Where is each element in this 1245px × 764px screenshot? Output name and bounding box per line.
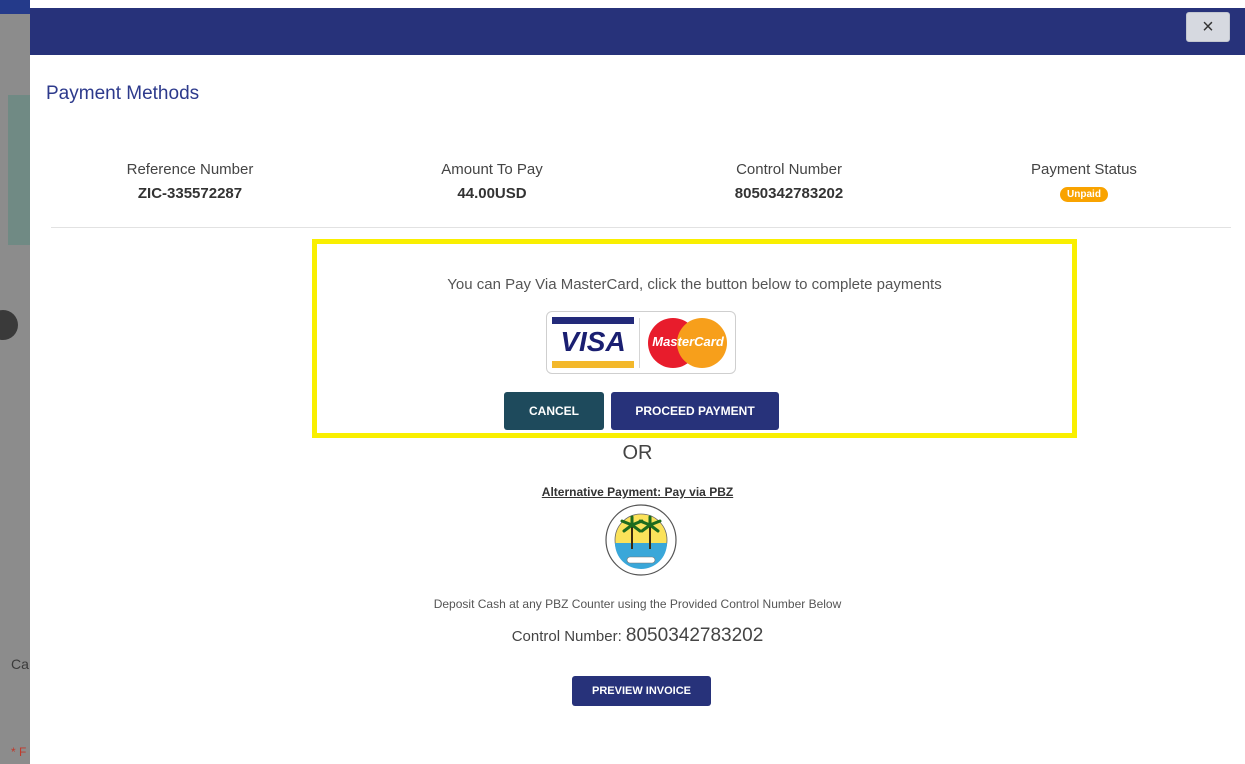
- pbz-logo: [604, 503, 678, 577]
- mastercard-payment-section: You can Pay Via MasterCard, click the bu…: [312, 239, 1077, 438]
- visa-mastercard-logo: VISA MasterCard: [546, 311, 736, 374]
- amount-label: Amount To Pay: [441, 161, 543, 178]
- background-page: Ca * F: [0, 0, 30, 764]
- control-number-block: Control Number 8050342783202: [669, 161, 909, 202]
- or-separator: OR: [622, 442, 653, 464]
- amount-value: 44.00USD: [457, 185, 527, 202]
- mastercard-instruction: You can Pay Via MasterCard, click the bu…: [447, 276, 942, 293]
- payment-status-block: Payment Status Unpaid: [964, 161, 1204, 202]
- payment-status-label: Payment Status: [1031, 161, 1137, 178]
- mastercard-logo: MasterCard: [645, 317, 731, 368]
- divider: [51, 227, 1231, 228]
- control-number-label: Control Number: [736, 161, 842, 178]
- reference-number-value: ZIC-335572287: [137, 185, 243, 202]
- control-number-inline-value: 8050342783202: [625, 625, 764, 646]
- background-topbar: [0, 0, 30, 14]
- close-icon[interactable]: ×: [1186, 12, 1230, 42]
- mastercard-logo-text: MasterCard: [652, 334, 724, 349]
- background-image: [8, 95, 30, 245]
- reference-number-block: Reference Number ZIC-335572287: [70, 161, 310, 202]
- reference-number-label: Reference Number: [126, 161, 254, 178]
- background-required-note: * F: [11, 745, 27, 759]
- visa-stripe-top: [552, 317, 634, 324]
- modal-title: Payment Methods: [46, 83, 200, 104]
- visa-logo-text: VISA: [560, 326, 626, 357]
- logo-separator: [639, 318, 640, 368]
- control-number-inline-label: Control Number:: [511, 628, 622, 645]
- status-badge: Unpaid: [1060, 187, 1108, 202]
- control-number-value: 8050342783202: [734, 185, 844, 202]
- background-label: Ca: [11, 656, 29, 672]
- preview-invoice-button[interactable]: PREVIEW INVOICE: [572, 676, 711, 706]
- modal-header: ×: [30, 8, 1245, 55]
- control-number-line: Control Number: 8050342783202: [30, 625, 1245, 647]
- cancel-button[interactable]: CANCEL: [504, 392, 604, 430]
- visa-stripe-bottom: [552, 361, 634, 368]
- deposit-instruction: Deposit Cash at any PBZ Counter using th…: [433, 597, 842, 611]
- proceed-payment-button[interactable]: PROCEED PAYMENT: [611, 392, 779, 430]
- background-button: [0, 310, 18, 340]
- visa-logo: VISA: [552, 317, 634, 368]
- payment-modal: × Payment Methods Reference Number ZIC-3…: [30, 8, 1245, 764]
- alternative-payment-title: Alternative Payment: Pay via PBZ: [541, 485, 734, 499]
- amount-block: Amount To Pay 44.00USD: [372, 161, 612, 202]
